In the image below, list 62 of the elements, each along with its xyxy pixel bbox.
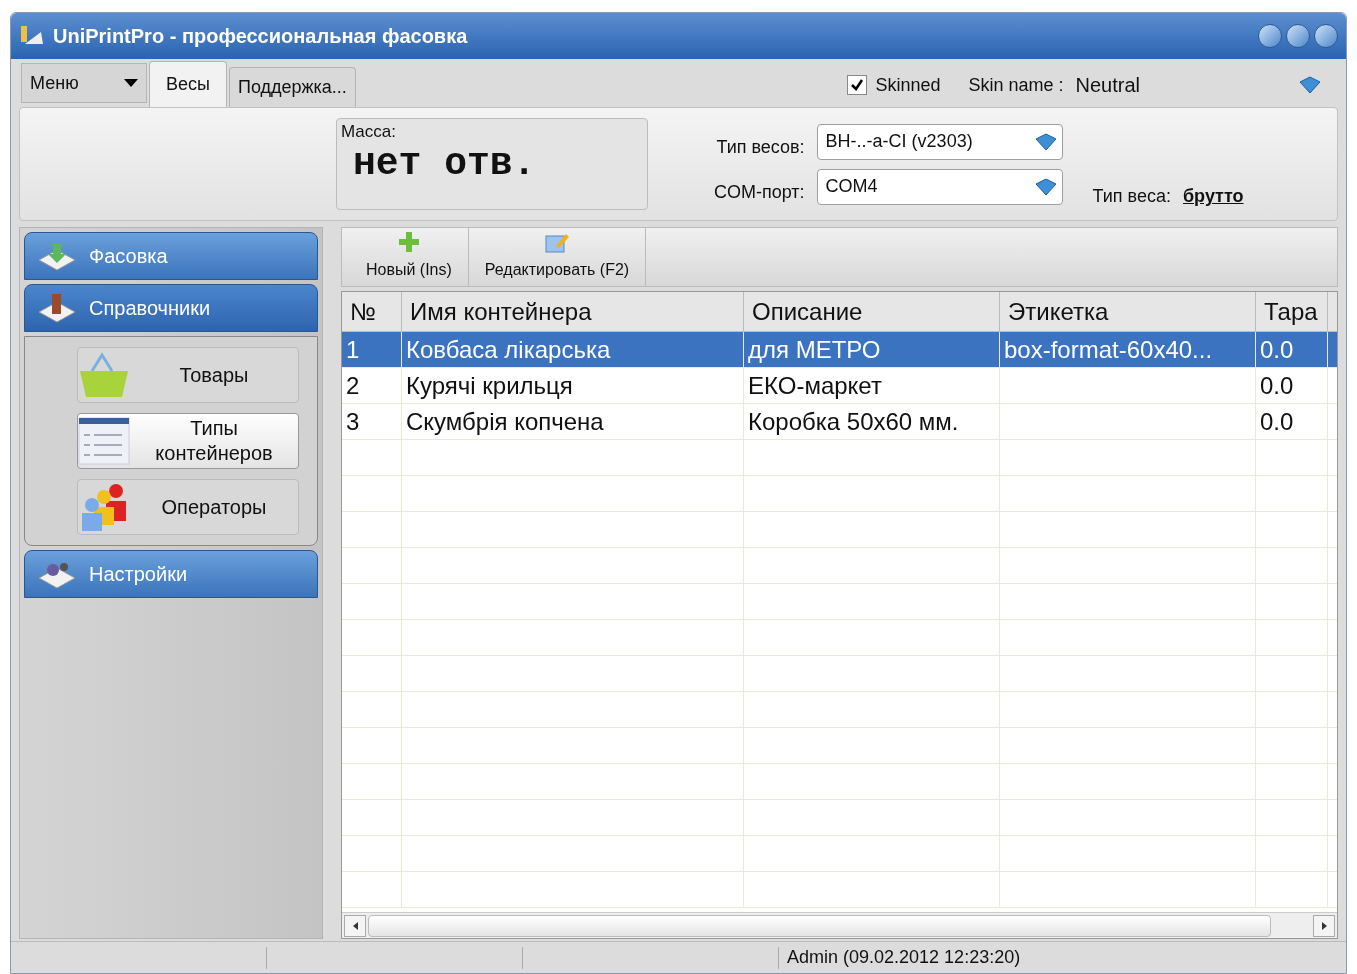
table-cell-text: 0.0 (1260, 370, 1294, 401)
checkbox[interactable] (847, 75, 868, 95)
plus-icon (396, 230, 421, 254)
table-cell-text: Коробка 50х60 мм. (748, 406, 959, 437)
table-row[interactable]: 2 Курячі крильця ЕКО-маркет 0.0 (342, 368, 1337, 404)
scroll-right-button[interactable] (1313, 914, 1335, 937)
basket-icon (78, 351, 130, 399)
menu-button[interactable]: Меню (21, 63, 147, 103)
column-header[interactable]: № (342, 292, 402, 331)
minimize-button[interactable] (1258, 24, 1282, 48)
table-cell-text: box-format-60x40... (1004, 334, 1213, 365)
sidebar-item[interactable]: Операторы (77, 479, 299, 535)
mass-label: Масса: (341, 121, 397, 143)
table-row[interactable]: 1 Ковбаса лікарська для МЕТРО box-format-60x40... 0.0 (342, 332, 1337, 368)
table-cell-text: 0.0 (1260, 406, 1294, 437)
table-cell-text: Скумбрія копчена (406, 406, 604, 437)
field-label: COM-порт: (714, 181, 805, 204)
checkmark-icon (850, 78, 865, 92)
tab[interactable]: Весы (149, 61, 227, 107)
window-title: UniPrintPro - профессиональная фасовка (53, 24, 468, 49)
sidebar-group-header[interactable]: Фасовка (24, 232, 318, 280)
dropdown-arrow-icon[interactable] (1033, 176, 1058, 197)
mass-value: нет отв. (352, 144, 537, 183)
dropdown-arrow-icon[interactable] (1298, 75, 1322, 95)
sidebar-item[interactable]: Товары (77, 347, 299, 403)
sidebar-item[interactable]: Типы контейнеров (77, 413, 299, 469)
dropdown-caret-icon (124, 79, 138, 87)
table-cell-text: 2 (346, 370, 360, 401)
table-cell-text: Ковбаса лікарська (406, 334, 611, 365)
com-port-dropdown[interactable]: COM4 (816, 168, 1063, 205)
skin-name-value: Neutral (1075, 73, 1140, 98)
table-cell-text: Курячі крильця (406, 370, 573, 401)
maximize-button[interactable] (1286, 24, 1310, 48)
tab[interactable]: Поддержка... (228, 67, 356, 107)
column-header[interactable]: Тара (1256, 292, 1328, 331)
sidebar-group-header[interactable]: Справочники (24, 284, 318, 332)
toolbar-button[interactable]: Новый (Ins) (350, 228, 469, 286)
books-icon (37, 292, 77, 324)
list-icon (78, 417, 130, 465)
column-header[interactable]: Описание (744, 292, 1000, 331)
dropdown-arrow-icon[interactable] (1033, 131, 1058, 152)
table-cell-text: 1 (346, 334, 360, 365)
weight-type-label: Тип веса: (1092, 185, 1171, 208)
scale-type-dropdown[interactable]: ВН-..-а-CI (v2303) (816, 123, 1063, 160)
table-cell-text: ЕКО-маркет (748, 370, 882, 401)
column-header[interactable]: Имя контейнера (402, 292, 744, 331)
sidebar-group-header[interactable]: Настройки (24, 550, 318, 598)
checkbox-label: Skinned (875, 73, 941, 97)
table-cell-text: 3 (346, 406, 360, 437)
weight-type-link[interactable]: брутто (1183, 183, 1244, 210)
scroll-left-button[interactable] (344, 914, 366, 937)
status-user-text: Admin (09.02.2012 12:23:20) (786, 946, 1021, 969)
table-row[interactable]: 3 Скумбрія копчена Коробка 50х60 мм. 0.0 (342, 404, 1337, 440)
field-label: Тип весов: (715, 136, 805, 159)
skin-name-label: Skin name : (968, 73, 1064, 97)
toolbar-button[interactable]: Редактировать (F2) (468, 228, 647, 286)
horizontal-scrollbar[interactable] (342, 912, 1337, 938)
close-button[interactable] (1314, 24, 1338, 48)
column-header[interactable]: Этикетка (1000, 292, 1256, 331)
table-cell-text: 0.0 (1260, 334, 1294, 365)
scrollbar-thumb[interactable] (368, 914, 1271, 937)
table-cell-text: для МЕТРО (748, 334, 881, 365)
